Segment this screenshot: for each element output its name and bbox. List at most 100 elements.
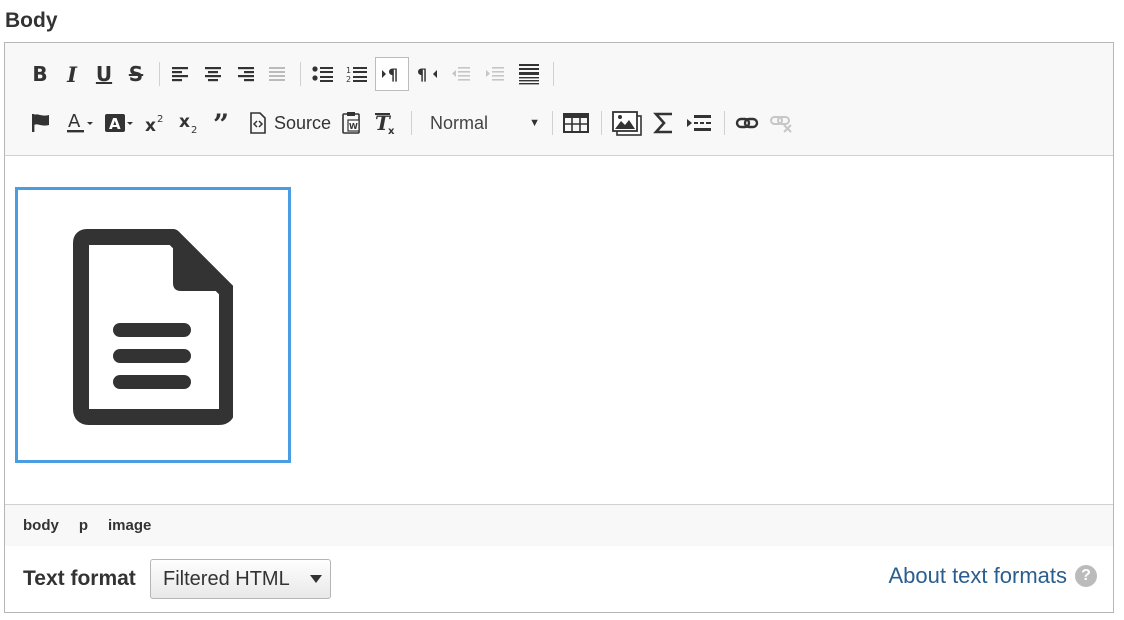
rtl-icon: ¶ — [417, 65, 437, 84]
about-text-formats: About text formats ? — [888, 563, 1097, 589]
background-color-button[interactable]: A — [100, 106, 138, 140]
path-item-body[interactable]: body — [23, 517, 59, 534]
toolbar-row-1: B I U S 12 ¶ ¶ — [25, 56, 560, 92]
text-format-value: Filtered HTML — [163, 567, 290, 590]
svg-text:2: 2 — [191, 125, 197, 134]
svg-text:x: x — [179, 112, 190, 132]
align-left-icon — [172, 67, 188, 82]
underline-icon: U — [95, 62, 113, 86]
outdent-button[interactable] — [445, 57, 477, 91]
text-format-select[interactable]: Filtered HTML — [150, 559, 331, 599]
paste-from-word-button[interactable]: W — [337, 106, 367, 140]
align-center-button[interactable] — [198, 57, 228, 91]
justify-button[interactable] — [262, 57, 292, 91]
format-combo-value: Normal — [430, 112, 489, 133]
svg-text:x: x — [145, 116, 156, 134]
unlink-icon — [770, 116, 792, 133]
text-format-label: Text format — [23, 567, 136, 590]
table-button[interactable] — [559, 106, 593, 140]
editor-toolbar: B I U S 12 ¶ ¶ A A x 2 x 2 ” Source W T … — [5, 43, 1113, 156]
rtl-button[interactable]: ¶ — [411, 57, 443, 91]
horizontal-rule-button[interactable] — [513, 57, 545, 91]
bold-icon: B — [32, 62, 48, 86]
svg-text:2: 2 — [346, 75, 351, 84]
toolbar-separator — [553, 62, 554, 86]
link-icon — [735, 117, 759, 129]
editor-content[interactable] — [5, 156, 1113, 504]
toolbar-separator — [601, 111, 603, 135]
page-break-icon — [687, 115, 712, 131]
numbered-list-icon: 12 — [346, 66, 367, 84]
svg-text:¶: ¶ — [388, 65, 398, 84]
chevron-down-icon: ▼ — [529, 117, 541, 129]
indent-button[interactable] — [479, 57, 511, 91]
toolbar-row-2: A A x2 x2 ” Source W Tx Normal ▼ — [25, 105, 801, 141]
flag-icon — [32, 114, 49, 132]
svg-text:2: 2 — [157, 114, 163, 125]
underline-button[interactable]: U — [89, 57, 119, 91]
ltr-icon: ¶ — [382, 65, 398, 84]
image-widget[interactable] — [15, 187, 291, 463]
source-label: Source — [274, 112, 332, 133]
italic-button[interactable]: I — [57, 57, 87, 91]
svg-text:A: A — [68, 111, 81, 132]
svg-text:”: ” — [213, 112, 229, 134]
ltr-button[interactable]: ¶ — [375, 57, 409, 91]
remove-format-button[interactable]: Tx — [369, 106, 403, 140]
strikethrough-button[interactable]: S — [121, 57, 151, 91]
superscript-icon: x2 — [145, 114, 163, 134]
rich-text-editor: B I U S 12 ¶ ¶ A A x 2 x 2 ” Source W T … — [4, 42, 1114, 546]
toolbar-separator — [411, 111, 413, 135]
horizontal-rule-icon — [519, 64, 539, 85]
math-icon — [653, 112, 673, 134]
toolbar-separator — [300, 62, 301, 86]
svg-text:x: x — [388, 126, 395, 135]
toolbar-separator — [724, 111, 726, 135]
align-center-icon — [205, 67, 221, 82]
unlink-button[interactable] — [765, 106, 799, 140]
align-right-icon — [238, 67, 254, 82]
chevron-down-icon — [310, 575, 322, 583]
bold-button[interactable]: B — [25, 57, 55, 91]
text-format-wrapper: Text format Filtered HTML About text for… — [4, 546, 1114, 613]
indent-icon — [486, 67, 504, 81]
document-icon — [73, 229, 233, 425]
bulleted-list-icon — [312, 66, 333, 82]
svg-text:¶: ¶ — [417, 65, 427, 84]
background-color-icon: A — [105, 114, 133, 133]
blockquote-button[interactable]: ” — [208, 106, 242, 140]
align-right-button[interactable] — [230, 57, 260, 91]
path-item-image[interactable]: image — [108, 517, 151, 534]
image-icon — [612, 111, 642, 136]
paste-from-word-icon: W — [342, 112, 360, 134]
format-combo[interactable]: Normal ▼ — [418, 106, 546, 140]
italic-icon: I — [67, 61, 77, 87]
subscript-button[interactable]: x2 — [174, 106, 206, 140]
toolbar-separator — [159, 62, 160, 86]
math-button[interactable] — [648, 106, 680, 140]
image-button[interactable] — [608, 106, 646, 140]
path-item-p[interactable]: p — [79, 517, 88, 534]
page-break-button[interactable] — [682, 106, 716, 140]
superscript-button[interactable]: x2 — [140, 106, 172, 140]
subscript-icon: x2 — [179, 112, 197, 134]
bulleted-list-button[interactable] — [307, 57, 339, 91]
numbered-list-button[interactable]: 12 — [341, 57, 373, 91]
source-icon — [250, 112, 266, 134]
outdent-icon — [452, 67, 470, 81]
flag-button[interactable] — [25, 106, 55, 140]
svg-text:1: 1 — [346, 66, 351, 75]
align-left-button[interactable] — [166, 57, 196, 91]
source-button[interactable]: Source — [244, 106, 335, 140]
help-icon[interactable]: ? — [1075, 565, 1097, 587]
field-label: Body — [5, 9, 58, 32]
element-path-bar: body p image — [5, 504, 1113, 546]
blockquote-icon: ” — [213, 112, 229, 134]
text-color-button[interactable]: A — [62, 106, 98, 140]
about-text-formats-link[interactable]: About text formats — [888, 563, 1067, 589]
toolbar-separator — [552, 111, 554, 135]
link-button[interactable] — [731, 106, 763, 140]
table-icon — [563, 113, 590, 133]
text-color-icon: A — [67, 111, 93, 133]
svg-text:W: W — [349, 122, 358, 131]
